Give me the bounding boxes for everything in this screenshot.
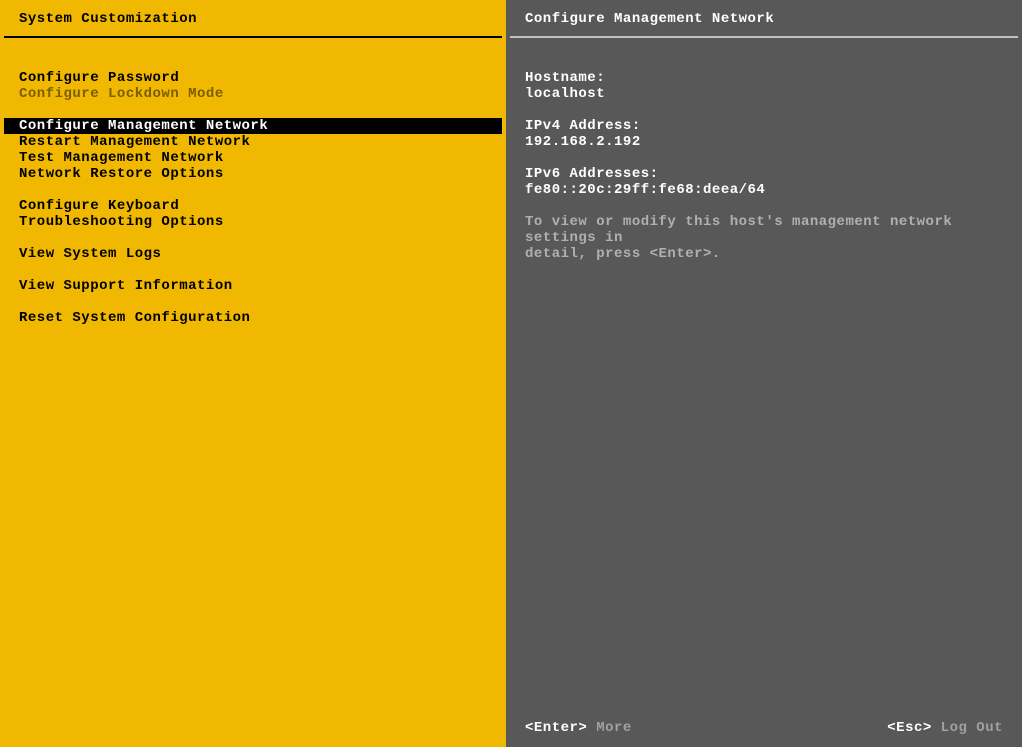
ipv6-block: IPv6 Addresses: fe80::20c:29ff:fe68:deea… <box>525 166 1003 198</box>
menu-spacer <box>4 182 502 198</box>
menu-list: Configure PasswordConfigure Lockdown Mod… <box>0 38 506 747</box>
menu-item[interactable]: Troubleshooting Options <box>4 214 502 230</box>
dcui-screen: System Customization Configure PasswordC… <box>0 0 1022 747</box>
footer-enter-hint[interactable]: <Enter> More <box>525 720 632 736</box>
menu-item[interactable]: Reset System Configuration <box>4 310 502 326</box>
left-panel: System Customization Configure PasswordC… <box>0 0 506 747</box>
detail-hint: To view or modify this host's management… <box>525 214 1003 262</box>
menu-item[interactable]: View System Logs <box>4 246 502 262</box>
menu-item[interactable]: Restart Management Network <box>4 134 502 150</box>
enter-action-label: More <box>587 720 632 736</box>
menu-spacer <box>4 230 502 246</box>
left-panel-title: System Customization <box>0 0 506 36</box>
hostname-label: Hostname: <box>525 70 1003 86</box>
right-panel-title: Configure Management Network <box>506 0 1022 36</box>
menu-spacer <box>4 294 502 310</box>
menu-item[interactable]: Configure Management Network <box>4 118 502 134</box>
enter-key-label: <Enter> <box>525 720 587 736</box>
ipv4-value: 192.168.2.192 <box>525 134 1003 150</box>
menu-item: Configure Lockdown Mode <box>4 86 502 102</box>
esc-action-label: Log Out <box>932 720 1003 736</box>
menu-item[interactable]: Network Restore Options <box>4 166 502 182</box>
menu-spacer <box>4 262 502 278</box>
ipv4-block: IPv4 Address: 192.168.2.192 <box>525 118 1003 150</box>
footer-bar: <Enter> More <Esc> Log Out <box>506 720 1022 736</box>
detail-area: Hostname: localhost IPv4 Address: 192.16… <box>506 38 1022 747</box>
footer-esc-hint[interactable]: <Esc> Log Out <box>887 720 1003 736</box>
ipv6-value: fe80::20c:29ff:fe68:deea/64 <box>525 182 1003 198</box>
hostname-value: localhost <box>525 86 1003 102</box>
menu-item[interactable]: Test Management Network <box>4 150 502 166</box>
menu-item[interactable]: Configure Password <box>4 70 502 86</box>
menu-spacer <box>4 102 502 118</box>
menu-item[interactable]: Configure Keyboard <box>4 198 502 214</box>
hostname-block: Hostname: localhost <box>525 70 1003 102</box>
esc-key-label: <Esc> <box>887 720 932 736</box>
menu-item[interactable]: View Support Information <box>4 278 502 294</box>
hint-line-1: To view or modify this host's management… <box>525 214 1003 246</box>
ipv4-label: IPv4 Address: <box>525 118 1003 134</box>
hint-line-2: detail, press <Enter>. <box>525 246 1003 262</box>
ipv6-label: IPv6 Addresses: <box>525 166 1003 182</box>
right-panel: Configure Management Network Hostname: l… <box>506 0 1022 747</box>
